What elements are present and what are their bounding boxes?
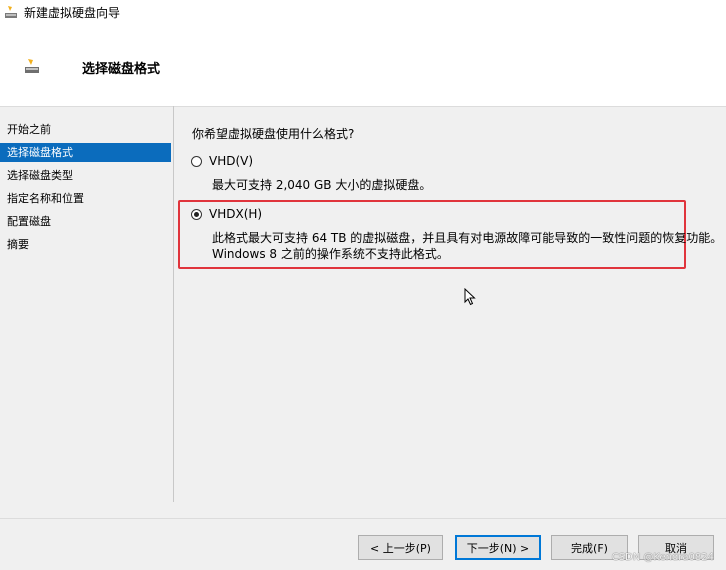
window-title: 新建虚拟硬盘向导	[24, 5, 121, 20]
next-button[interactable]: 下一步(N) >	[455, 535, 541, 560]
vhd-option[interactable]: VHD(V)	[191, 154, 253, 168]
vhd-description-line: 最大可支持 2,040 GB 大小的虚拟硬盘。	[212, 178, 432, 192]
step-before-you-begin[interactable]: 开始之前	[0, 120, 171, 139]
previous-button[interactable]: < 上一步(P)	[358, 535, 443, 560]
mouse-cursor-icon	[464, 287, 476, 309]
vhd-description: 最大可支持 2,040 GB 大小的虚拟硬盘。	[212, 177, 431, 193]
wizard-content: 你希望虚拟硬盘使用什么格式? VHD(V) 最大可支持 2,040 GB 大小的…	[174, 106, 726, 502]
watermark: CSDN @Kendra0824	[611, 552, 714, 563]
page-title: 选择磁盘格式	[82, 62, 161, 77]
disk-wizard-icon	[24, 58, 40, 74]
vhdx-description-line: Windows 8 之前的操作系统不支持此格式。	[212, 247, 449, 261]
footer-divider	[0, 518, 726, 519]
title-bar: 新建虚拟硬盘向导	[0, 0, 726, 24]
wizard-header: 选择磁盘格式	[0, 24, 726, 107]
vhdx-label[interactable]: VHDX(H)	[209, 207, 262, 221]
vhdx-description: 此格式最大可支持 64 TB 的虚拟磁盘，并且具有对电源故障可能导致的一致性问题…	[212, 230, 722, 262]
vhdx-description-line: 此格式最大可支持 64 TB 的虚拟磁盘，并且具有对电源故障可能导致的一致性问题…	[212, 231, 723, 245]
format-question: 你希望虚拟硬盘使用什么格式?	[192, 127, 355, 141]
wizard-steps: 开始之前 选择磁盘格式 选择磁盘类型 指定名称和位置 配置磁盘 摘要	[0, 106, 174, 502]
step-choose-disk-format[interactable]: 选择磁盘格式	[0, 143, 171, 162]
step-summary[interactable]: 摘要	[0, 235, 171, 254]
step-choose-disk-type[interactable]: 选择磁盘类型	[0, 166, 171, 185]
step-specify-name-location[interactable]: 指定名称和位置	[0, 189, 171, 208]
vhdx-option[interactable]: VHDX(H)	[191, 207, 262, 221]
vhdx-radio[interactable]	[191, 208, 202, 220]
disk-wizard-icon	[4, 5, 18, 19]
vhd-label[interactable]: VHD(V)	[209, 154, 253, 168]
step-configure-disk[interactable]: 配置磁盘	[0, 212, 171, 231]
vhd-radio[interactable]	[191, 155, 202, 167]
